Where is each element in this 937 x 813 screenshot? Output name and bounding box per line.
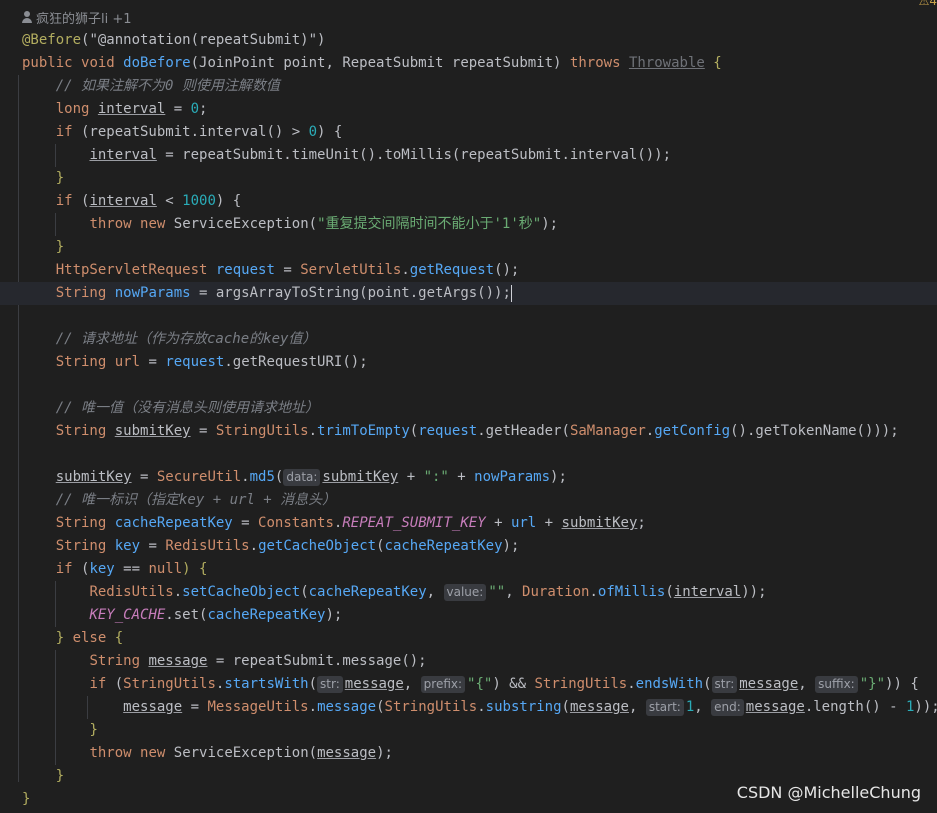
person-icon — [22, 11, 32, 23]
parameter-hint: value: — [443, 584, 487, 601]
code-line-18[interactable]: // 唯一标识（指定key + url + 消息头） — [22, 489, 937, 512]
comment: // 唯一值（没有消息头则使用请求地址） — [55, 400, 320, 416]
code-line-blank[interactable] — [22, 374, 937, 397]
code-line-3[interactable]: // 如果注解不为0 则使用注解数值 — [22, 75, 937, 98]
code-line-20[interactable]: String key = RedisUtils.getCacheObject(c… — [22, 535, 937, 558]
code-line-5[interactable]: if (repeatSubmit.interval() > 0) { — [22, 121, 937, 144]
method-name: doBefore — [123, 55, 191, 71]
code-line-28[interactable]: } — [22, 719, 937, 742]
code-line-16[interactable]: String submitKey = StringUtils.trimToEmp… — [22, 420, 937, 443]
code-line-10[interactable]: } — [22, 236, 937, 259]
parameter-hint: data: — [283, 469, 321, 486]
constant: KEY_CACHE — [89, 607, 166, 623]
code-line-25[interactable]: String message = repeatSubmit.message(); — [22, 650, 937, 673]
code-line-13[interactable]: // 请求地址（作为存放cache的key值） — [22, 328, 937, 351]
parameter-hint: str: — [317, 676, 343, 693]
author-hint[interactable]: 疯狂的狮子li +1 — [22, 8, 132, 27]
code-line-blank[interactable] — [22, 443, 937, 466]
parameter-hint: prefix: — [420, 676, 466, 693]
comment: // 唯一标识（指定key + url + 消息头） — [55, 492, 337, 508]
code-line-27[interactable]: message = MessageUtils.message(StringUti… — [22, 696, 937, 719]
code-line-14[interactable]: String url = request.getRequestURI(); — [22, 351, 937, 374]
comment: // 如果注解不为0 则使用注解数值 — [55, 78, 280, 94]
code-line-26[interactable]: if (StringUtils.startsWith(str: message, … — [22, 673, 937, 696]
constant: REPEAT_SUBMIT_KEY — [342, 515, 486, 531]
code-line-23[interactable]: KEY_CACHE.set(cacheRepeatKey); — [22, 604, 937, 627]
code-line-9[interactable]: throw new ServiceException("重复提交间隔时间不能小于… — [22, 213, 937, 236]
code-line-7[interactable]: } — [22, 167, 937, 190]
code-line-19[interactable]: String cacheRepeatKey = Constants.REPEAT… — [22, 512, 937, 535]
code-line-1[interactable]: @Before("@annotation(repeatSubmit)") — [22, 29, 937, 52]
code-line-12-current[interactable]: String nowParams = argsArrayToString(poi… — [0, 282, 937, 305]
code-line-17[interactable]: submitKey = SecureUtil.md5(data: submitKe… — [22, 466, 937, 489]
code-line-15[interactable]: // 唯一值（没有消息头则使用请求地址） — [22, 397, 937, 420]
code-line-6[interactable]: interval = repeatSubmit.timeUnit().toMil… — [22, 144, 937, 167]
code-line-24[interactable]: } else { — [22, 627, 937, 650]
code-line-8[interactable]: if (interval < 1000) { — [22, 190, 937, 213]
warning-count-indicator[interactable]: ⚠4 — [919, 0, 937, 8]
indent-guide — [18, 75, 19, 782]
parameter-hint: str: — [711, 676, 738, 693]
comment: // 请求地址（作为存放cache的key值） — [55, 331, 317, 347]
annotation: @Before — [22, 32, 82, 48]
text-cursor — [510, 284, 512, 302]
code-line-21[interactable]: if (key == null) { — [22, 558, 937, 581]
code-line-2[interactable]: public void doBefore(JoinPoint point, Re… — [22, 52, 937, 75]
code-line-11[interactable]: HttpServletRequest request = ServletUtil… — [22, 259, 937, 282]
code-line-29[interactable]: throw new ServiceException(message); — [22, 742, 937, 765]
parameter-hint: start: — [645, 699, 684, 716]
code-line-22[interactable]: RedisUtils.setCacheObject(cacheRepeatKey… — [22, 581, 937, 604]
parameter-hint: suffix: — [815, 676, 858, 693]
watermark: CSDN @MichelleChung — [736, 783, 921, 802]
code-editor[interactable]: @Before("@annotation(repeatSubmit)") pub… — [0, 29, 937, 811]
code-line-blank[interactable] — [22, 305, 937, 328]
warning-count: 4 — [929, 0, 937, 8]
code-line-4[interactable]: long interval = 0; — [22, 98, 937, 121]
author-name: 疯狂的狮子li +1 — [36, 11, 132, 27]
parameter-hint: end: — [711, 699, 744, 716]
